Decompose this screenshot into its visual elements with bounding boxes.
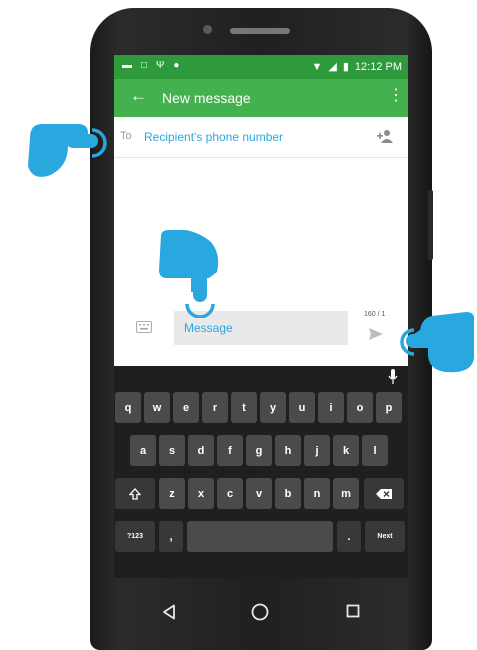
status-time: 12:12 PM [354, 60, 402, 73]
pointing-hand-icon [400, 312, 474, 373]
wifi-icon: ▼ [311, 60, 323, 73]
key-j[interactable]: j [304, 435, 330, 466]
recipient-input[interactable] [144, 127, 354, 147]
status-bar: ▬ □ Ψ ● ▼ ◢ ▮ 12:12 PM [114, 55, 408, 79]
backspace-key[interactable] [364, 478, 404, 509]
recipient-row: To [114, 117, 408, 158]
earpiece [230, 28, 290, 34]
key-u[interactable]: u [289, 392, 315, 423]
key-x[interactable]: x [188, 478, 214, 509]
key-m[interactable]: m [333, 478, 359, 509]
keyboard-row-3: z x c v b n m [114, 478, 408, 509]
shift-arrow-icon [129, 487, 141, 500]
send-icon[interactable] [368, 327, 384, 341]
usb-icon: Ψ [156, 60, 165, 71]
key-b[interactable]: b [275, 478, 301, 509]
home-circle-icon[interactable] [251, 603, 269, 621]
signal-icon: ◢ [328, 61, 337, 73]
period-key[interactable]: . [337, 521, 361, 552]
key-y[interactable]: y [260, 392, 286, 423]
key-o[interactable]: o [347, 392, 373, 423]
key-z[interactable]: z [159, 478, 185, 509]
page-title: New message [162, 90, 251, 106]
notification-icon: ▬ [122, 60, 132, 71]
key-l[interactable]: l [362, 435, 388, 466]
keyboard-row-1: q w e r t y u i o p [114, 392, 408, 423]
symbols-key[interactable]: ?123 [115, 521, 155, 552]
char-counter: 160 / 1 [364, 311, 386, 318]
key-f[interactable]: f [217, 435, 243, 466]
key-g[interactable]: g [246, 435, 272, 466]
key-r[interactable]: r [202, 392, 228, 423]
front-camera [203, 25, 212, 34]
app-bar: ← New message ⋮ [114, 79, 408, 117]
key-s[interactable]: s [159, 435, 185, 466]
key-q[interactable]: q [115, 392, 141, 423]
key-h[interactable]: h [275, 435, 301, 466]
back-triangle-icon[interactable] [162, 604, 176, 620]
shift-key[interactable] [115, 478, 155, 509]
more-vert-icon[interactable]: ⋮ [388, 88, 404, 104]
key-n[interactable]: n [304, 478, 330, 509]
arrow-left-icon[interactable]: ← [130, 86, 147, 106]
key-p[interactable]: p [376, 392, 402, 423]
key-t[interactable]: t [231, 392, 257, 423]
key-w[interactable]: w [144, 392, 170, 423]
key-v[interactable]: v [246, 478, 272, 509]
keyboard-row-4: ?123 , . Next [114, 521, 408, 552]
key-d[interactable]: d [188, 435, 214, 466]
keyboard: q w e r t y u i o p a s d f g h j k l z … [114, 366, 408, 578]
side-button [428, 190, 433, 260]
comma-key[interactable]: , [159, 521, 183, 552]
pointing-hand-icon [159, 230, 219, 318]
key-e[interactable]: e [173, 392, 199, 423]
key-k[interactable]: k [333, 435, 359, 466]
next-key[interactable]: Next [365, 521, 405, 552]
backspace-icon [376, 488, 392, 499]
to-label: To [120, 130, 132, 142]
key-i[interactable]: i [318, 392, 344, 423]
keyboard-emoji-icon[interactable] [136, 321, 152, 333]
space-key[interactable] [187, 521, 333, 552]
add-contact-icon[interactable] [376, 128, 394, 144]
key-a[interactable]: a [130, 435, 156, 466]
pointing-hand-icon [28, 124, 107, 177]
keyboard-row-2: a s d f g h j k l [114, 435, 408, 466]
key-c[interactable]: c [217, 478, 243, 509]
recents-square-icon[interactable] [346, 604, 360, 618]
battery-icon: ▮ [342, 61, 349, 73]
navigation-bar [114, 578, 408, 650]
message-icon: □ [141, 60, 148, 71]
alert-icon: ● [173, 60, 180, 71]
